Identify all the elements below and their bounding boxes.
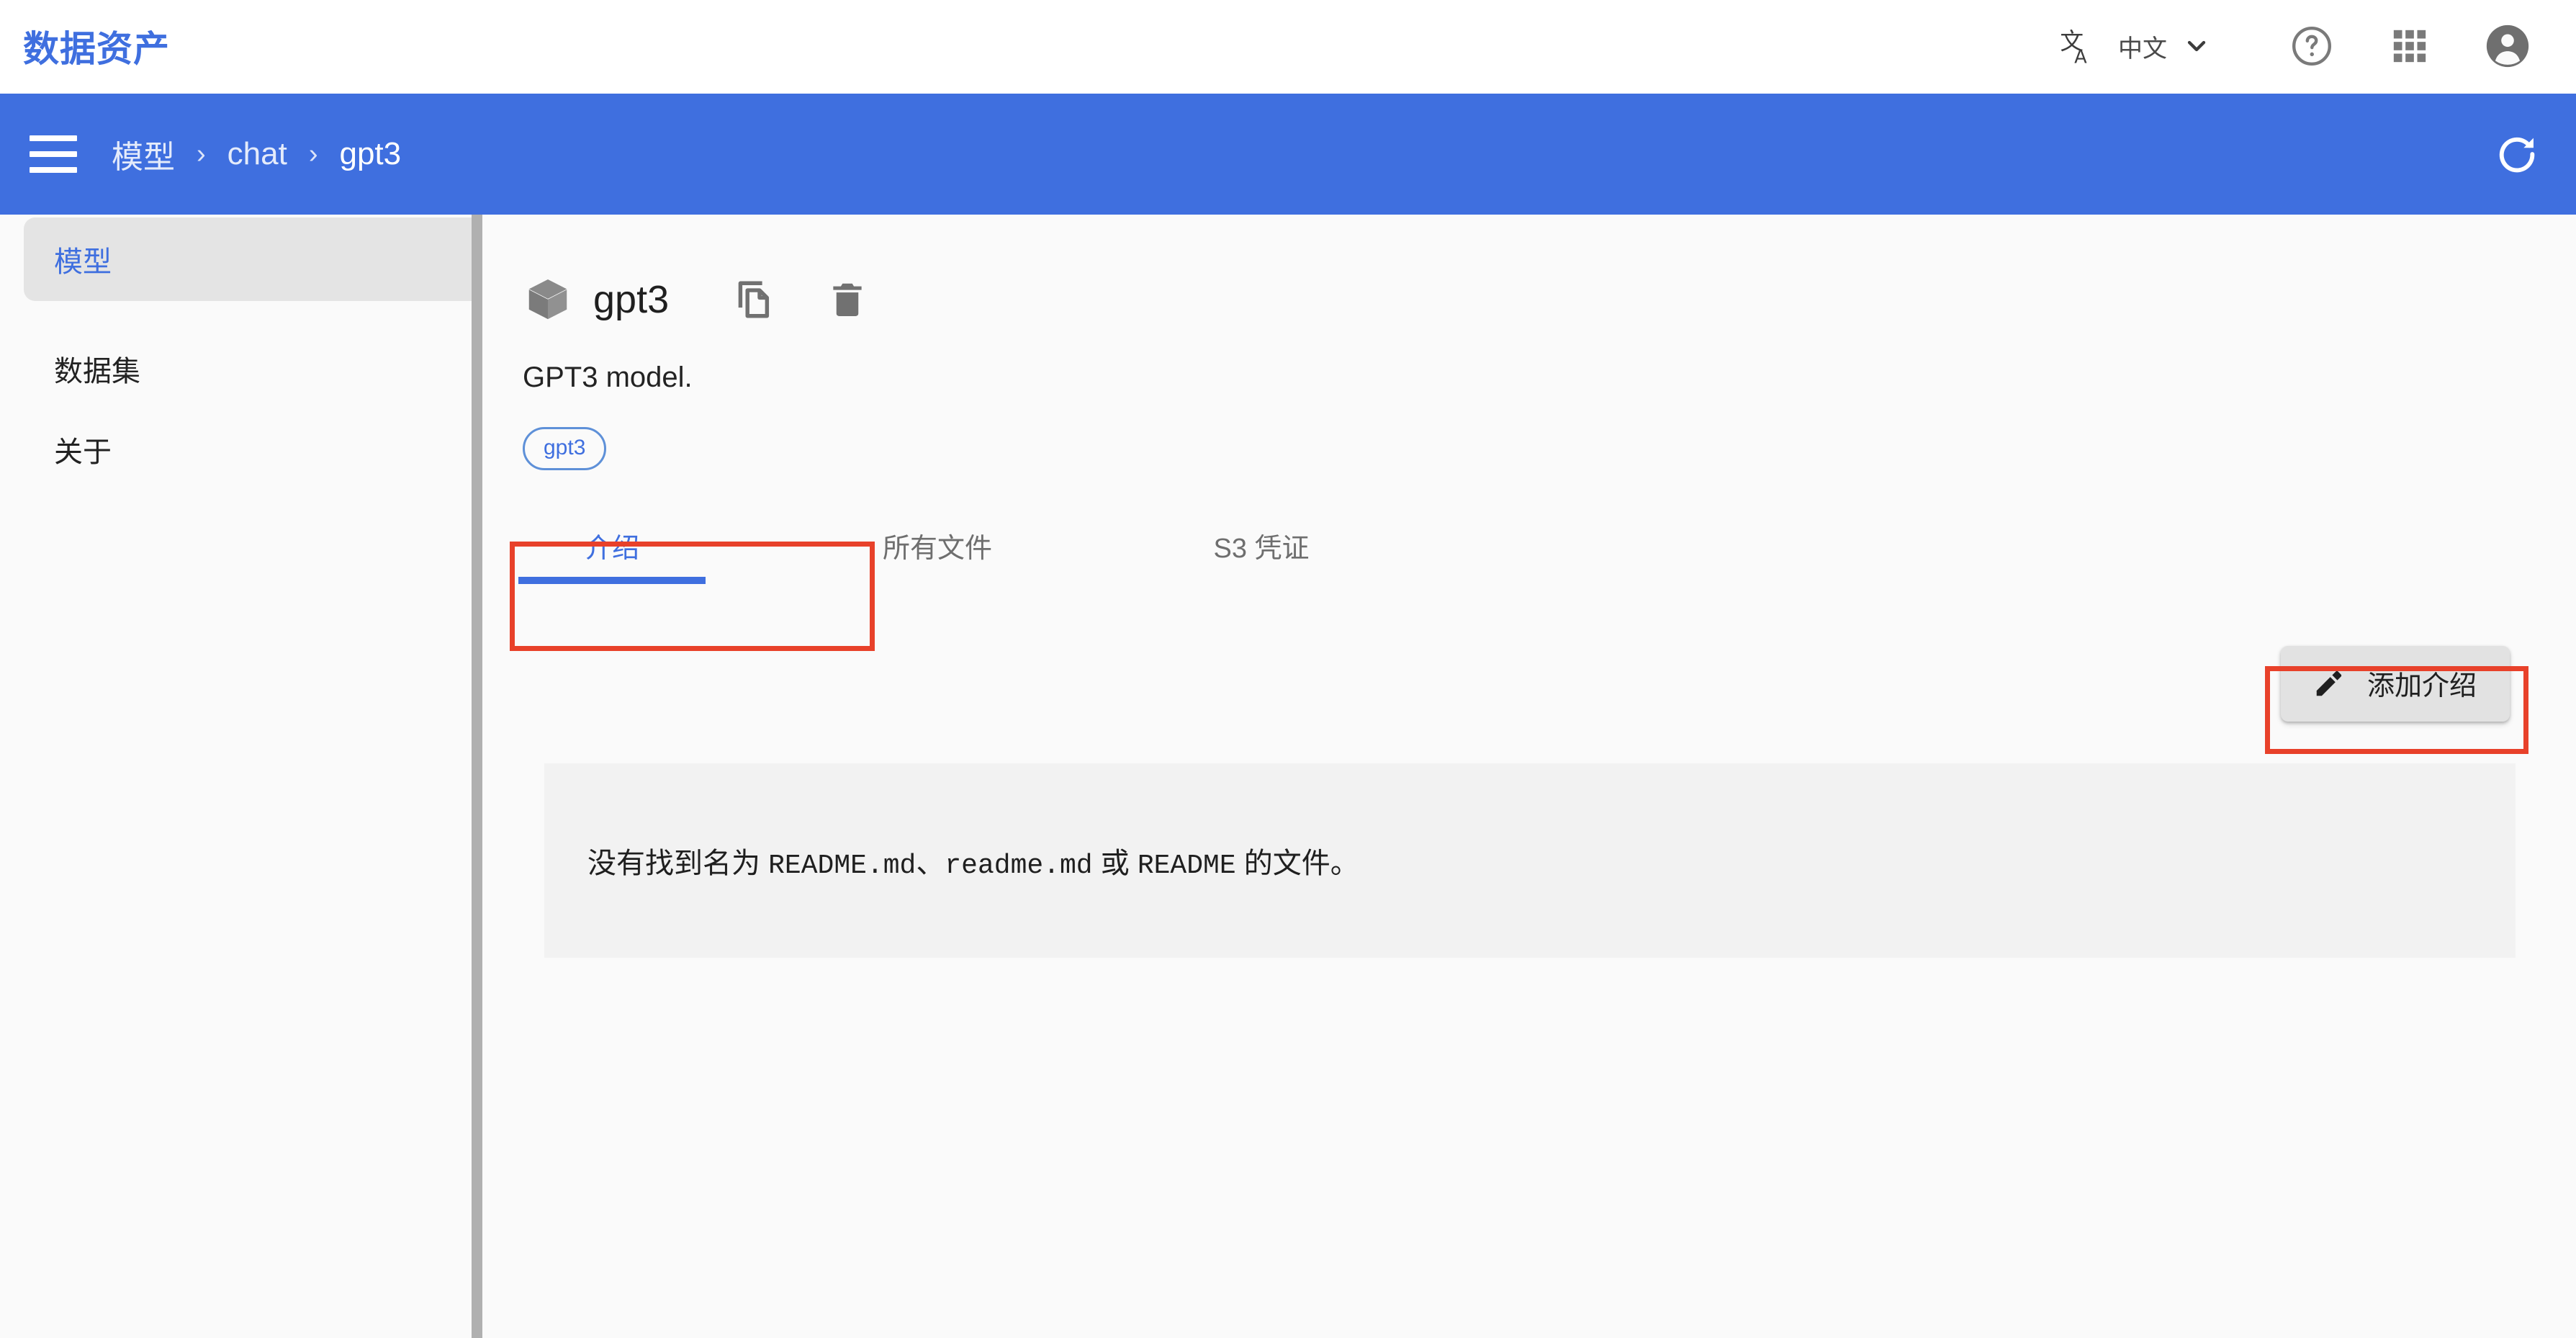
- main-content: gpt3 GPT3 model. gpt3 介绍 所有文件 S3 凭证 添加介绍…: [482, 215, 2576, 1338]
- asset-title: gpt3: [593, 278, 670, 321]
- tab-introduction[interactable]: 介绍: [518, 508, 706, 584]
- sidebar-item-label: 数据集: [54, 356, 140, 387]
- sidebar-item-label: 模型: [54, 246, 112, 278]
- app-title: 数据资产: [23, 29, 170, 69]
- breadcrumb: 模型 › chat › gpt3: [112, 131, 401, 177]
- add-introduction-label: 添加介绍: [2366, 671, 2477, 701]
- cube-icon: [523, 274, 573, 325]
- top-app-bar: 数据资产 文 A 中文: [0, 0, 2576, 92]
- readme-filename-2: readme.md: [945, 850, 1093, 881]
- sidebar-item-gap: [0, 301, 472, 328]
- chevron-down-icon[interactable]: [2179, 28, 2215, 64]
- tag-chip[interactable]: gpt3: [523, 427, 607, 470]
- readme-message-suffix: 的文件。: [1235, 848, 1359, 879]
- tab-bar: 介绍 所有文件 S3 凭证: [518, 508, 2576, 584]
- language-label: 中文: [2118, 35, 2167, 63]
- asset-header: gpt3: [523, 266, 2576, 333]
- hamburger-menu-icon[interactable]: [30, 135, 77, 173]
- breadcrumb-item-chat[interactable]: chat: [228, 136, 287, 172]
- sidebar-item-about[interactable]: 关于: [24, 409, 472, 490]
- readme-empty-message: 没有找到名为 README.md、readme.md 或 README 的文件。: [587, 840, 1359, 881]
- apps-grid-icon[interactable]: [2382, 18, 2438, 74]
- translate-icon: 文 A: [2050, 18, 2107, 74]
- breadcrumb-item-gpt3[interactable]: gpt3: [339, 136, 401, 172]
- readme-filename-1: README.md: [768, 850, 917, 881]
- sidebar-item-datasets[interactable]: 数据集: [24, 328, 472, 409]
- topbar-actions: 文 A 中文: [2050, 18, 2536, 74]
- asset-description: GPT3 model.: [523, 362, 693, 393]
- sidebar-item-models[interactable]: 模型: [24, 217, 472, 301]
- breadcrumb-item-models[interactable]: 模型: [112, 131, 175, 177]
- readme-message-prefix: 没有找到名为: [587, 848, 769, 879]
- refresh-icon[interactable]: [2488, 125, 2546, 183]
- language-selector[interactable]: 文 A 中文: [2050, 18, 2215, 74]
- readme-empty-panel: 没有找到名为 README.md、readme.md 或 README 的文件。: [544, 763, 2516, 958]
- tab-all-files[interactable]: 所有文件: [844, 508, 1031, 583]
- readme-filename-3: README: [1137, 850, 1236, 881]
- sidebar: 模型 数据集 关于: [0, 215, 472, 1338]
- account-circle-icon[interactable]: [2480, 18, 2536, 74]
- tab-label: S3 凭证: [1213, 533, 1310, 564]
- copy-icon[interactable]: [721, 266, 787, 333]
- sidebar-scrollbar[interactable]: [472, 215, 482, 1338]
- breadcrumb-separator-icon: ›: [308, 139, 318, 169]
- tab-label: 介绍: [584, 533, 639, 564]
- sidebar-item-label: 关于: [54, 436, 112, 468]
- breadcrumb-separator-icon: ›: [197, 139, 206, 169]
- svg-text:A: A: [2074, 46, 2087, 66]
- readme-conjunction: 或: [1092, 848, 1138, 879]
- action-row: 添加介绍: [482, 646, 2510, 722]
- help-icon[interactable]: [2284, 18, 2340, 74]
- readme-separator-1: 、: [916, 848, 945, 879]
- tab-s3-credentials[interactable]: S3 凭证: [1168, 508, 1355, 583]
- add-introduction-button[interactable]: 添加介绍: [2280, 646, 2510, 722]
- pencil-edit-icon: [2312, 667, 2346, 700]
- asset-tags: gpt3: [523, 427, 2576, 470]
- trash-icon[interactable]: [814, 266, 881, 333]
- tabs: 介绍 所有文件 S3 凭证: [518, 508, 2576, 584]
- breadcrumb-bar: 模型 › chat › gpt3: [0, 94, 2576, 215]
- tab-label: 所有文件: [882, 533, 992, 564]
